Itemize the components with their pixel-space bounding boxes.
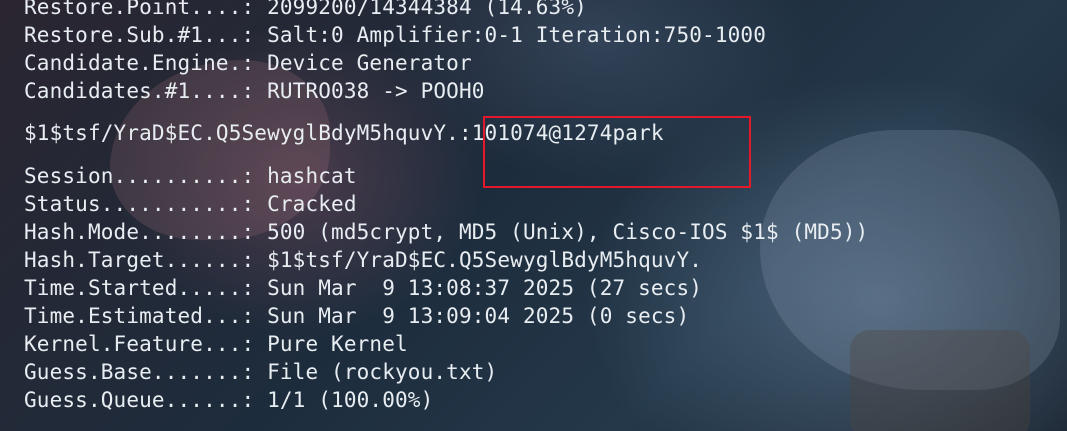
- line-key: Restore.Point....:: [24, 0, 255, 19]
- wallpaper-object: [850, 330, 1030, 431]
- line-value: RUTRO038 -> POOH0: [267, 79, 485, 103]
- line-value: 500 (md5crypt, MD5 (Unix), Cisco-IOS $1$…: [267, 220, 869, 244]
- line-value: Sun Mar 9 13:08:37 2025 (27 secs): [267, 276, 703, 300]
- line-value: 2099200/14344384 (14.63%): [267, 0, 587, 19]
- line-key: Status...........:: [24, 192, 255, 216]
- line-key: Restore.Sub.#1...:: [24, 23, 255, 47]
- line-value: Pure Kernel: [267, 332, 408, 356]
- output-line-restore-sub: Restore.Sub.#1...: Salt:0 Amplifier:0-1 …: [24, 21, 868, 49]
- terminal-window[interactable]: Restore.Point....: 2099200/14344384 (14.…: [0, 0, 1067, 431]
- line-key: Hash.Target......:: [24, 248, 255, 272]
- line-value: Device Generator: [267, 51, 472, 75]
- line-value: hashcat: [267, 164, 357, 188]
- line-value: Cracked: [267, 192, 357, 216]
- line-value: File (rockyou.txt): [267, 360, 498, 384]
- output-line-kernel-feature: Kernel.Feature...: Pure Kernel: [24, 330, 868, 358]
- line-key: Candidate.Engine.:: [24, 51, 255, 75]
- output-line-time-started: Time.Started.....: Sun Mar 9 13:08:37 20…: [24, 274, 868, 302]
- password-highlight-box: [483, 116, 751, 188]
- line-key: Kernel.Feature...:: [24, 332, 255, 356]
- line-key: Time.Started.....:: [24, 276, 255, 300]
- line-key: Time.Estimated...:: [24, 304, 255, 328]
- line-value: 1/1 (100.00%): [267, 388, 434, 412]
- output-line-candidates: Candidates.#1....: RUTRO038 -> POOH0: [24, 77, 868, 105]
- line-key: Session..........:: [24, 164, 255, 188]
- output-line-restore-point: Restore.Point....: 2099200/14344384 (14.…: [24, 0, 868, 21]
- line-key: Guess.Base.......:: [24, 360, 255, 384]
- line-value: $1$tsf/YraD$EC.Q5SewyglBdyM5hquvY.: [267, 248, 703, 272]
- line-key: Guess.Queue......:: [24, 388, 255, 412]
- line-key: Candidates.#1....:: [24, 79, 255, 103]
- output-line-candidate-engine: Candidate.Engine.: Device Generator: [24, 49, 868, 77]
- terminal-output: Restore.Point....: 2099200/14344384 (14.…: [24, 0, 868, 414]
- output-line-status: Status...........: Cracked: [24, 190, 868, 218]
- line-value: Sun Mar 9 13:09:04 2025 (0 secs): [267, 304, 690, 328]
- line-value: Salt:0 Amplifier:0-1 Iteration:750-1000: [267, 23, 767, 47]
- output-line-hash-target: Hash.Target......: $1$tsf/YraD$EC.Q5Sewy…: [24, 246, 868, 274]
- output-line-time-estimated: Time.Estimated...: Sun Mar 9 13:09:04 20…: [24, 302, 868, 330]
- output-line-hash-mode: Hash.Mode........: 500 (md5crypt, MD5 (U…: [24, 218, 868, 246]
- output-line-guess-queue: Guess.Queue......: 1/1 (100.00%): [24, 386, 868, 414]
- line-key: Hash.Mode........:: [24, 220, 255, 244]
- output-line-guess-base: Guess.Base.......: File (rockyou.txt): [24, 358, 868, 386]
